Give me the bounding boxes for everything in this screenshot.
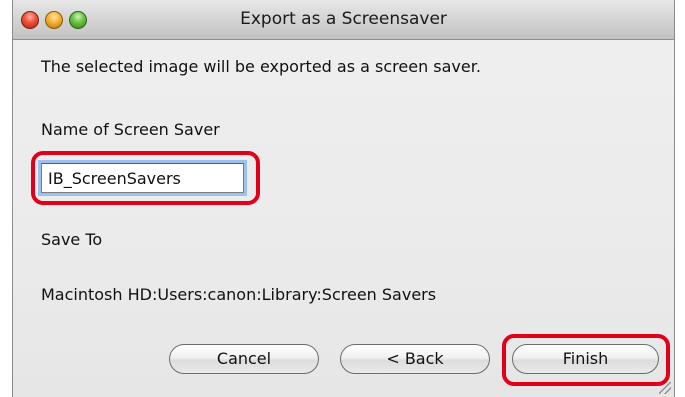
title-bar[interactable]: Export as a Screensaver	[13, 0, 674, 40]
description-text: The selected image will be exported as a…	[41, 57, 481, 76]
finish-button[interactable]: Finish	[512, 344, 659, 374]
window-title: Export as a Screensaver	[240, 9, 447, 29]
cancel-button[interactable]: Cancel	[169, 344, 319, 374]
back-button[interactable]: < Back	[340, 344, 490, 374]
screen-saver-name-input[interactable]	[41, 163, 244, 193]
name-field-label: Name of Screen Saver	[41, 120, 220, 139]
save-path-text: Macintosh HD:Users:canon:Library:Screen …	[41, 285, 437, 304]
export-screensaver-window: Export as a Screensaver The selected ima…	[12, 0, 675, 397]
save-to-label: Save To	[41, 230, 103, 249]
resize-grip-icon[interactable]	[659, 382, 671, 394]
